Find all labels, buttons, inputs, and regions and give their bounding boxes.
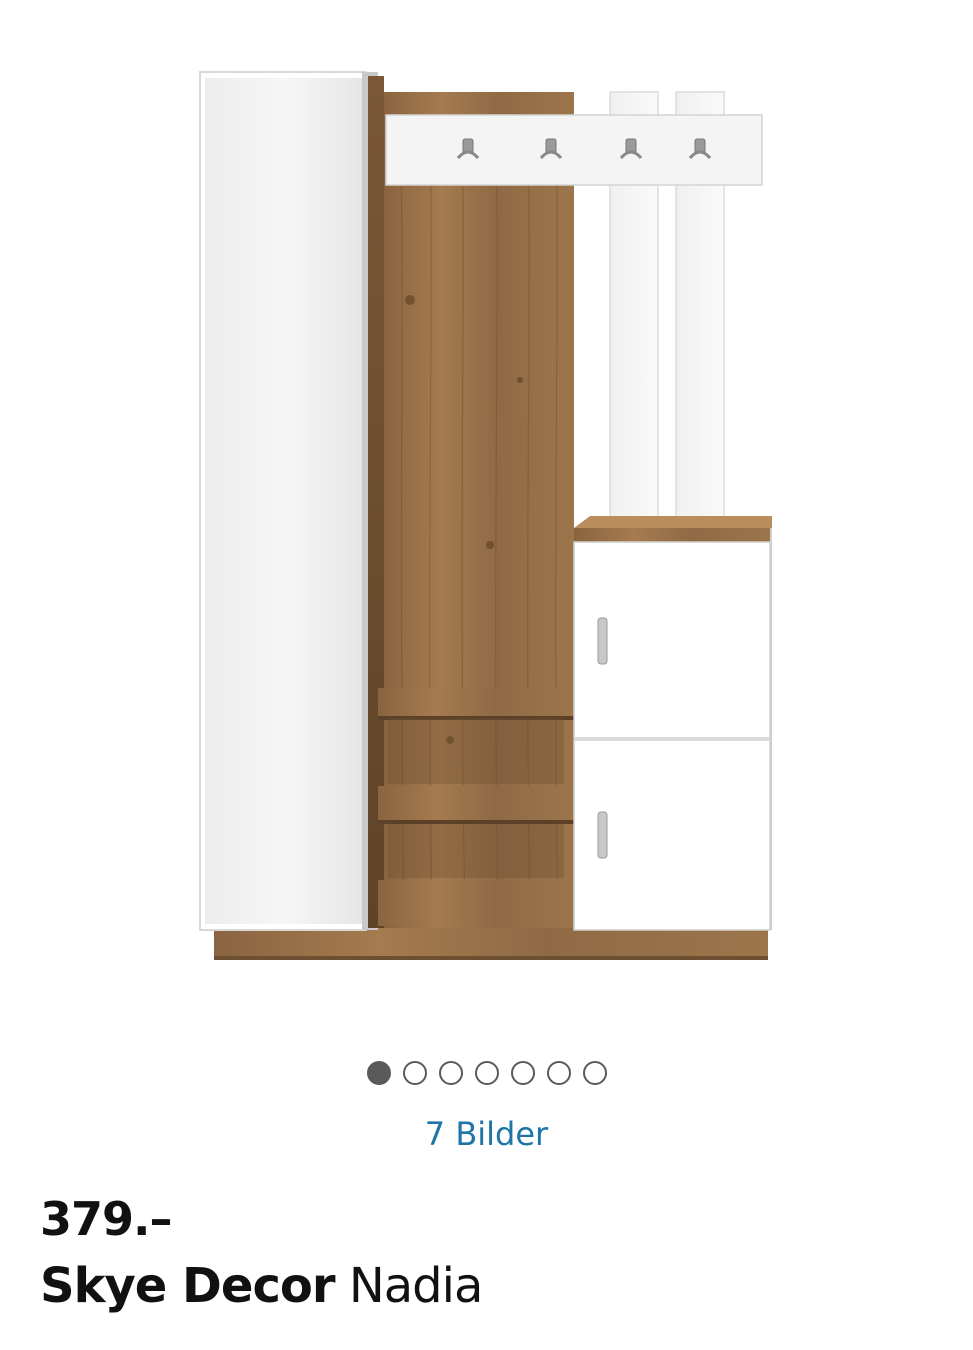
carousel-dot-2[interactable] (402, 1061, 427, 1085)
product-brand: Skye Decor (40, 1258, 336, 1314)
product-model: Nadia (348, 1258, 484, 1314)
carousel-dot-4[interactable] (474, 1061, 499, 1085)
carousel-dot-1[interactable] (366, 1061, 391, 1085)
image-count-link[interactable]: 7 Bilder (0, 1115, 973, 1153)
carousel-dot-6[interactable] (546, 1061, 571, 1085)
carousel-dot-7[interactable] (582, 1061, 607, 1085)
carousel-dot-5[interactable] (510, 1061, 535, 1085)
product-title: Skye Decor Nadia (40, 1258, 484, 1314)
product-image[interactable] (0, 0, 973, 1000)
carousel-dots (0, 1061, 973, 1085)
carousel-dot-3[interactable] (438, 1061, 463, 1085)
product-price: 379.– (40, 1192, 172, 1246)
